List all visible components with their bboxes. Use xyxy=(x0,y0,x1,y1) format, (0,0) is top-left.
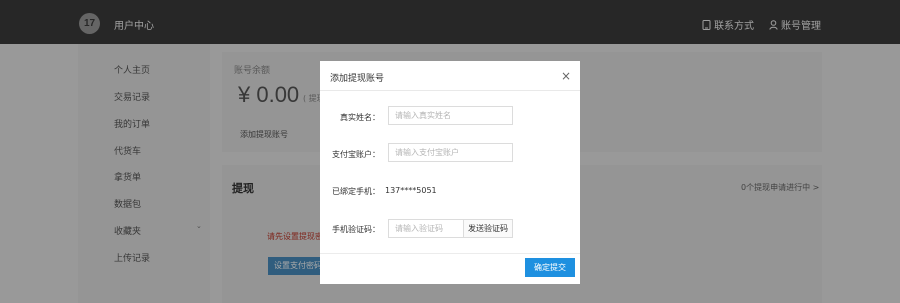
sms-code-label: 手机验证码： xyxy=(332,225,380,234)
add-withdraw-account-modal: 添加提现账号 × xyxy=(320,61,580,284)
close-icon[interactable]: × xyxy=(561,69,571,83)
bound-phone-value: 137****5051 xyxy=(385,186,437,195)
modal-footer-divider xyxy=(320,253,580,254)
bound-phone-label: 已绑定手机： xyxy=(332,187,380,196)
modal-header: 添加提现账号 × xyxy=(320,61,580,91)
alipay-account-label: 支付宝账户： xyxy=(332,150,380,159)
sms-code-input[interactable] xyxy=(388,219,464,238)
send-code-button[interactable]: 发送验证码 xyxy=(463,219,513,238)
real-name-input[interactable] xyxy=(388,106,513,125)
real-name-label: 真实姓名： xyxy=(340,113,380,122)
modal-title: 添加提现账号 xyxy=(330,74,385,84)
alipay-account-input[interactable] xyxy=(388,143,513,162)
submit-button[interactable]: 确定提交 xyxy=(525,258,575,277)
